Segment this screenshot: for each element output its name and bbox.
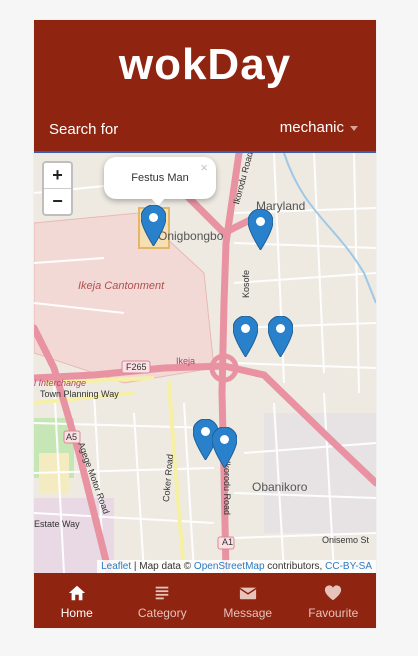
map-label-kosofe: Kosofe — [241, 269, 252, 299]
attribution-leaflet-link[interactable]: Leaflet — [101, 561, 131, 572]
popup-text: Festus Man — [131, 172, 189, 184]
app-title: wokDay — [118, 40, 292, 89]
map-label-a5: A5 — [66, 432, 78, 442]
map-label-onisemo-st: Onisemo St — [322, 535, 370, 545]
map-pin-icon[interactable] — [267, 315, 294, 358]
popup-close-icon[interactable]: × — [200, 160, 208, 175]
tab-category-label: Category — [137, 606, 187, 620]
map-pin-icon[interactable] — [140, 204, 167, 247]
map-label-estate-way: Estate Way — [34, 519, 80, 529]
tab-category[interactable]: Category — [120, 573, 206, 628]
map-pin-icon[interactable] — [232, 315, 259, 358]
tab-message[interactable]: Message — [205, 573, 291, 628]
map-pin-icon[interactable] — [211, 426, 238, 469]
search-label: Search for — [49, 121, 119, 138]
map-label-obanikoro: Obanikoro — [252, 480, 308, 494]
map-view[interactable]: Maryland Onigbongbo Ikeja Cantonment F26… — [34, 153, 376, 573]
tab-favourite-label: Favourite — [308, 606, 359, 620]
map-tiles — [34, 153, 376, 573]
bottom-tab-bar: Home Category Message Favourite — [34, 573, 376, 628]
map-label-ikorodu-road-south: Ikorodu Road — [222, 460, 233, 516]
attribution-osm-link[interactable]: OpenStreetMap — [194, 561, 265, 572]
map-label-a1: A1 — [222, 537, 234, 547]
app-screen: wokDay Search for mechanic Maryland Onig… — [34, 20, 376, 628]
tab-home-label: Home — [60, 606, 93, 620]
zoom-control: + − — [42, 161, 73, 216]
tab-home[interactable]: Home — [34, 573, 120, 628]
list-icon — [155, 586, 169, 600]
map-label-town-planning-way: Town Planning Way — [40, 389, 119, 399]
zoom-out-button[interactable]: − — [44, 188, 71, 214]
home-icon — [68, 585, 85, 601]
app-header: wokDay Search for mechanic — [34, 20, 376, 152]
map-attribution: Leaflet | Map data © OpenStreetMap contr… — [97, 560, 376, 573]
chevron-down-icon — [350, 126, 358, 131]
attribution-license-link[interactable]: CC-BY-SA — [325, 561, 372, 572]
attribution-contrib-text: contributors, — [264, 561, 326, 572]
category-select[interactable]: mechanic — [280, 119, 358, 136]
marker-popup: Festus Man × — [104, 157, 216, 206]
category-select-value: mechanic — [279, 119, 344, 136]
map-label-ikeja-cantonment: Ikeja Cantonment — [78, 280, 165, 292]
tab-message-label: Message — [223, 606, 273, 620]
tab-favourite[interactable]: Favourite — [291, 573, 377, 628]
map-label-f265: F265 — [126, 362, 147, 372]
attribution-text: | Map data © — [131, 561, 194, 572]
map-label-onigbongbo: Onigbongbo — [158, 229, 224, 243]
map-label-ikeja: Ikeja — [176, 356, 196, 366]
heart-icon — [325, 585, 342, 601]
map-label-interchange: i Interchange — [34, 378, 87, 388]
map-pin-icon[interactable] — [247, 208, 274, 251]
envelope-icon — [239, 587, 257, 600]
zoom-in-button[interactable]: + — [44, 163, 71, 188]
